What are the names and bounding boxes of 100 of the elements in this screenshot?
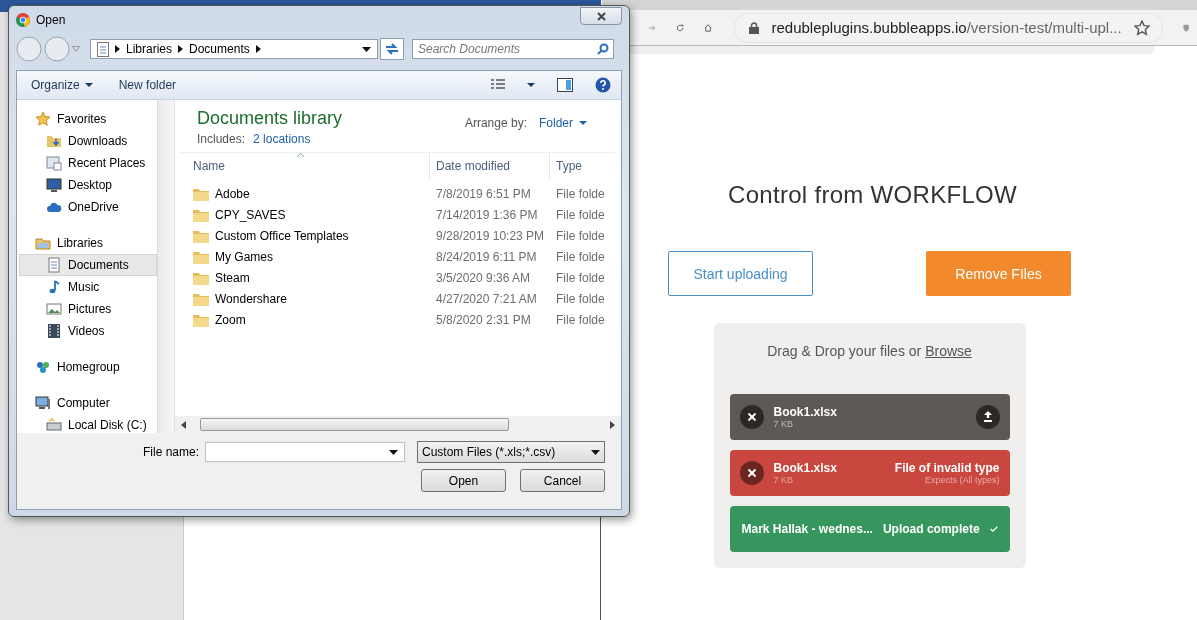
- file-type-dropdown[interactable]: Custom Files (*.xls;*.csv): [417, 441, 605, 463]
- file-name: Mark Hallak - wednes...: [741, 522, 873, 536]
- chevron-icon: [255, 45, 261, 53]
- column-header[interactable]: Date modified: [430, 153, 550, 179]
- file-type: File folde: [555, 312, 606, 327]
- picture-icon: [46, 301, 62, 317]
- file-type: File folde: [555, 291, 606, 306]
- organize-button[interactable]: Organize: [29, 78, 95, 92]
- file-row[interactable]: Custom Office Templates 9/28/2019 10:23 PM File folde: [175, 225, 621, 246]
- column-header[interactable]: Type: [550, 153, 621, 179]
- breadcrumb-item[interactable]: Documents: [189, 42, 250, 56]
- file-name: My Games: [215, 249, 273, 264]
- dropzone[interactable]: Drag & Drop your files or Browse Book1.xlsx 7 KB Book1.xlsx 7 KB File of invalid type Expects (All types) Mark Hallak - wednes... Upload complete: [713, 323, 1026, 568]
- nav-item[interactable]: Downloads: [19, 130, 157, 152]
- caret-icon[interactable]: [527, 83, 535, 87]
- folder-icon: [193, 207, 209, 222]
- scroll-left-icon[interactable]: [181, 420, 186, 429]
- cancel-button[interactable]: Cancel: [520, 469, 605, 492]
- date-modified: 3/5/2020 9:36 AM: [435, 270, 532, 285]
- upload-icon[interactable]: [975, 405, 1000, 429]
- star-icon[interactable]: [1133, 19, 1150, 36]
- scrollbar-thumb[interactable]: [200, 418, 509, 431]
- help-icon[interactable]: [595, 77, 611, 93]
- path-bar[interactable]: Libraries Documents: [90, 39, 378, 59]
- arrange-label: Arrange by:: [464, 116, 527, 130]
- browse-link[interactable]: Browse: [925, 343, 972, 359]
- refresh-button[interactable]: [380, 38, 404, 60]
- search-icon[interactable]: [597, 43, 609, 55]
- column-header[interactable]: Name: [175, 153, 430, 179]
- arrange-dropdown[interactable]: Folder: [539, 116, 587, 130]
- date-modified: 9/28/2019 10:23 PM: [435, 228, 546, 243]
- open-button[interactable]: Open: [421, 469, 506, 492]
- includes-label: Includes:: [197, 132, 246, 146]
- nav-item[interactable]: Homegroup: [19, 356, 157, 378]
- remove-icon[interactable]: [739, 461, 764, 485]
- nav-item[interactable]: Music: [19, 276, 157, 298]
- nav-item[interactable]: Computer: [19, 392, 157, 414]
- nav-item[interactable]: Videos: [19, 320, 157, 342]
- nav-item[interactable]: Desktop: [19, 174, 157, 196]
- video-icon: [46, 323, 62, 339]
- sort-icon: [297, 153, 304, 157]
- file-type: File folde: [555, 186, 606, 201]
- file-row[interactable]: CPY_SAVES 7/14/2019 1:36 PM File folde: [175, 204, 621, 225]
- disk-icon: [46, 417, 62, 433]
- folder-icon: [193, 270, 209, 285]
- scrollbar[interactable]: [157, 100, 174, 433]
- remove-icon[interactable]: [739, 405, 764, 429]
- nav-item[interactable]: Local Disk (C:): [19, 414, 157, 436]
- file-row[interactable]: Wondershare 4/27/2020 7:21 AM File folde: [175, 288, 621, 309]
- dropdown-icon: [389, 449, 398, 455]
- folder-icon: [193, 312, 209, 327]
- file-name: Steam: [215, 270, 250, 285]
- nav-item[interactable]: Libraries: [19, 232, 157, 254]
- dropdown-icon: [591, 449, 600, 455]
- scroll-right-icon[interactable]: [610, 420, 615, 429]
- date-modified: 5/8/2020 2:31 PM: [435, 312, 532, 327]
- error-detail: Expects (All types): [923, 475, 1000, 485]
- homegroup-icon: [35, 359, 51, 375]
- nav-item[interactable]: Favorites: [19, 108, 157, 130]
- file-name-field[interactable]: [205, 442, 405, 462]
- close-icon: [596, 11, 606, 21]
- recent-icon: [46, 155, 62, 171]
- file-row[interactable]: Adobe 7/8/2019 6:51 PM File folde: [175, 183, 621, 204]
- lock-icon: [749, 21, 760, 34]
- nav-item[interactable]: Pictures: [19, 298, 157, 320]
- upload-status: Upload complete: [882, 522, 980, 536]
- action-button[interactable]: Start uploading: [668, 251, 813, 296]
- locations-link[interactable]: 2 locations: [253, 132, 311, 146]
- file-type: File folde: [555, 249, 606, 264]
- caret-icon: [84, 83, 93, 87]
- date-modified: 7/8/2019 6:51 PM: [435, 186, 532, 201]
- library-icon: [35, 235, 51, 251]
- file-type: File folde: [555, 207, 606, 222]
- document-icon: [46, 257, 62, 273]
- folder-icon: [193, 186, 209, 201]
- close-button[interactable]: [580, 7, 622, 25]
- date-modified: 4/27/2020 7:21 AM: [435, 291, 538, 306]
- nav-item[interactable]: Recent Places: [19, 152, 157, 174]
- file-row[interactable]: Steam 3/5/2020 9:36 AM File folde: [175, 267, 621, 288]
- date-modified: 7/14/2019 1:36 PM: [435, 207, 539, 222]
- nav-item[interactable]: Documents: [19, 254, 157, 276]
- refresh-icon: [385, 43, 399, 55]
- file-name: Wondershare: [215, 291, 287, 306]
- download-icon: [46, 133, 62, 149]
- new-folder-button[interactable]: New folder: [116, 78, 179, 92]
- file-row[interactable]: Zoom 5/8/2020 2:31 PM File folde: [175, 309, 621, 330]
- url-text: redubleplugins.bubbleapps.io/version-test/multi-upl...: [771, 19, 1122, 36]
- chevron-icon: [178, 45, 184, 53]
- nav-item[interactable]: OneDrive: [19, 196, 157, 218]
- file-name: Custom Office Templates: [215, 228, 349, 243]
- breadcrumb-item[interactable]: Libraries: [126, 42, 173, 56]
- address-bar[interactable]: redubleplugins.bubbleapps.io/version-test/multi-upl...: [734, 12, 1163, 43]
- view-icon[interactable]: [491, 79, 505, 91]
- preview-pane-icon[interactable]: [557, 78, 573, 92]
- dropdown-icon[interactable]: [362, 46, 371, 52]
- page-heading: Control from WORKFLOW: [728, 181, 1017, 209]
- file-name: Book1.xlsx: [773, 461, 838, 475]
- file-name: Zoom: [215, 312, 246, 327]
- file-row[interactable]: My Games 8/24/2019 6:11 PM File folde: [175, 246, 621, 267]
- search-field[interactable]: Search Documents: [412, 39, 614, 59]
